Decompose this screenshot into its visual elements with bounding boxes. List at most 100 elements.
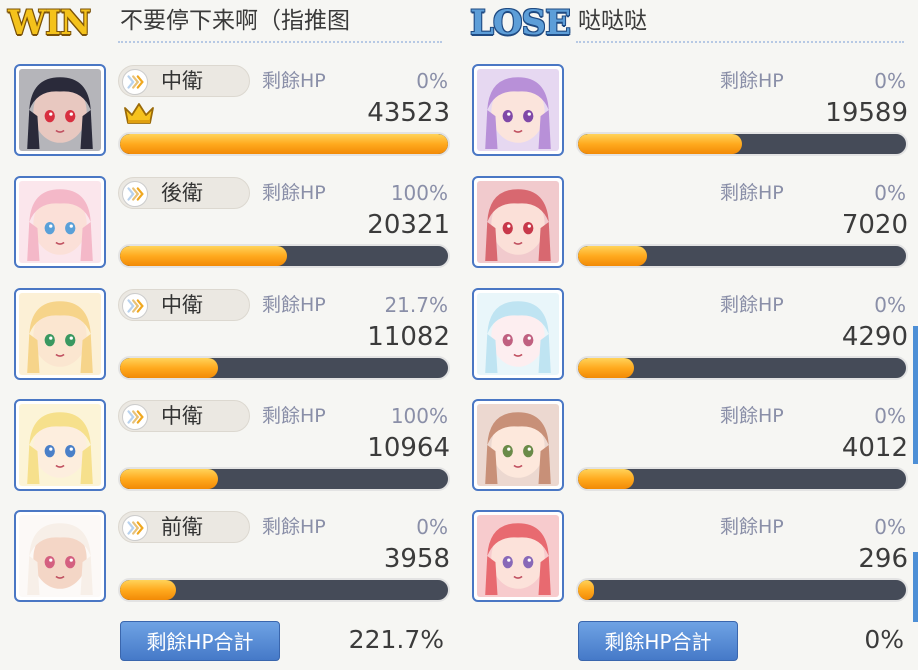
chevron-right-icon [122,69,148,95]
remaining-hp-label: 剩餘HP [262,516,326,538]
remaining-hp-value: 0% [874,293,906,317]
remaining-hp-label: 剩餘HP [262,405,326,427]
character-avatar-icon [477,69,559,151]
remaining-hp-value: 0% [874,181,906,205]
damage-bar [576,356,908,380]
damage-bar [576,244,908,268]
damage-value: 3958 [383,544,450,574]
lose-total-hp-value: 0% [864,625,904,654]
scroll-edge [913,552,918,622]
damage-value: 7020 [841,210,908,240]
divider [118,41,442,43]
damage-value: 43523 [367,98,450,128]
damage-bar-fill [120,246,288,266]
damage-bar [118,132,450,156]
remaining-hp-label: 剩餘HP [720,294,784,316]
character-portrait[interactable] [472,288,564,380]
remaining-hp-value: 0% [874,515,906,539]
divider [576,41,904,43]
damage-bar [576,467,908,491]
lose-team-header: LOSE 哒哒哒 [470,0,904,46]
member-row: 剩餘HP 0% 296 [472,510,912,610]
role-tab: 後衛 [118,177,250,209]
character-avatar-icon [19,181,101,263]
remaining-hp-label: 剩餘HP [262,294,326,316]
remaining-hp-label: 剩餘HP [720,516,784,538]
member-row: 剩餘HP 0% 4290 [472,288,912,388]
character-portrait[interactable] [14,176,106,268]
damage-bar-fill [120,134,448,154]
role-tab: 中衛 [118,289,250,321]
member-row: 剩餘HP 0% 19589 [472,64,912,164]
character-avatar-icon [19,515,101,597]
role-label: 中衛 [161,293,203,317]
role-label: 中衛 [161,404,203,428]
battle-result-screen: WIN 不要停下来啊（指推图 LOSE 哒哒哒 中衛 剩餘HP 0% 43523… [0,0,918,670]
damage-bar-fill [120,358,219,378]
member-row: 後衛 剩餘HP 100% 20321 [14,176,454,276]
damage-value: 4012 [841,433,908,463]
remaining-hp-label: 剩餘HP [262,70,326,92]
character-avatar-icon [477,404,559,486]
role-label: 後衛 [161,181,203,205]
remaining-hp-value: 100% [390,181,448,205]
remaining-hp-value: 0% [874,404,906,428]
damage-bar [118,467,450,491]
win-team-header: WIN 不要停下来啊（指推图 [8,0,442,46]
role-tab: 前衛 [118,511,250,543]
member-row: 剩餘HP 0% 4012 [472,399,912,499]
damage-bar [118,356,450,380]
win-total-hp-value: 221.7% [348,625,444,654]
damage-bar [576,132,908,156]
crown-icon [122,100,156,126]
character-portrait[interactable] [14,399,106,491]
damage-bar-fill [578,358,634,378]
character-portrait[interactable] [14,288,106,380]
member-row: 剩餘HP 0% 7020 [472,176,912,276]
character-portrait[interactable] [472,510,564,602]
character-portrait[interactable] [14,64,106,156]
damage-bar-fill [578,246,647,266]
damage-value: 20321 [367,210,450,240]
character-avatar-icon [477,515,559,597]
remaining-hp-label: 剩餘HP [720,70,784,92]
damage-value: 10964 [367,433,450,463]
chevron-right-icon [122,181,148,207]
win-team-name: 不要停下来啊（指推图 [120,8,350,34]
damage-bar [576,578,908,602]
role-tab: 中衛 [118,400,250,432]
remaining-hp-value: 21.7% [384,293,448,317]
character-avatar-icon [19,404,101,486]
win-total-hp-button[interactable]: 剩餘HP合計 [120,621,280,661]
character-portrait[interactable] [472,64,564,156]
damage-value: 296 [858,544,908,574]
role-label: 中衛 [161,69,203,93]
damage-bar-fill [120,580,176,600]
character-avatar-icon [19,293,101,375]
member-row: 中衛 剩餘HP 100% 10964 [14,399,454,499]
lose-total-hp-button[interactable]: 剩餘HP合計 [578,621,738,661]
remaining-hp-label: 剩餘HP [720,182,784,204]
damage-value: 19589 [825,98,908,128]
member-row: 中衛 剩餘HP 21.7% 11082 [14,288,454,388]
lose-team-name: 哒哒哒 [578,8,647,34]
chevron-right-icon [122,404,148,430]
remaining-hp-label: 剩餘HP [720,405,784,427]
damage-bar [118,244,450,268]
remaining-hp-value: 100% [390,404,448,428]
character-portrait[interactable] [472,399,564,491]
character-portrait[interactable] [472,176,564,268]
character-avatar-icon [477,293,559,375]
scroll-edge [913,326,918,464]
character-portrait[interactable] [14,510,106,602]
remaining-hp-value: 0% [416,69,448,93]
role-label: 前衛 [161,515,203,539]
remaining-hp-label: 剩餘HP [262,182,326,204]
chevron-right-icon [122,293,148,319]
damage-bar-fill [578,469,634,489]
damage-value: 4290 [841,322,908,352]
damage-bar-fill [120,469,219,489]
remaining-hp-value: 0% [416,515,448,539]
remaining-hp-value: 0% [874,69,906,93]
damage-bar-fill [578,580,595,600]
